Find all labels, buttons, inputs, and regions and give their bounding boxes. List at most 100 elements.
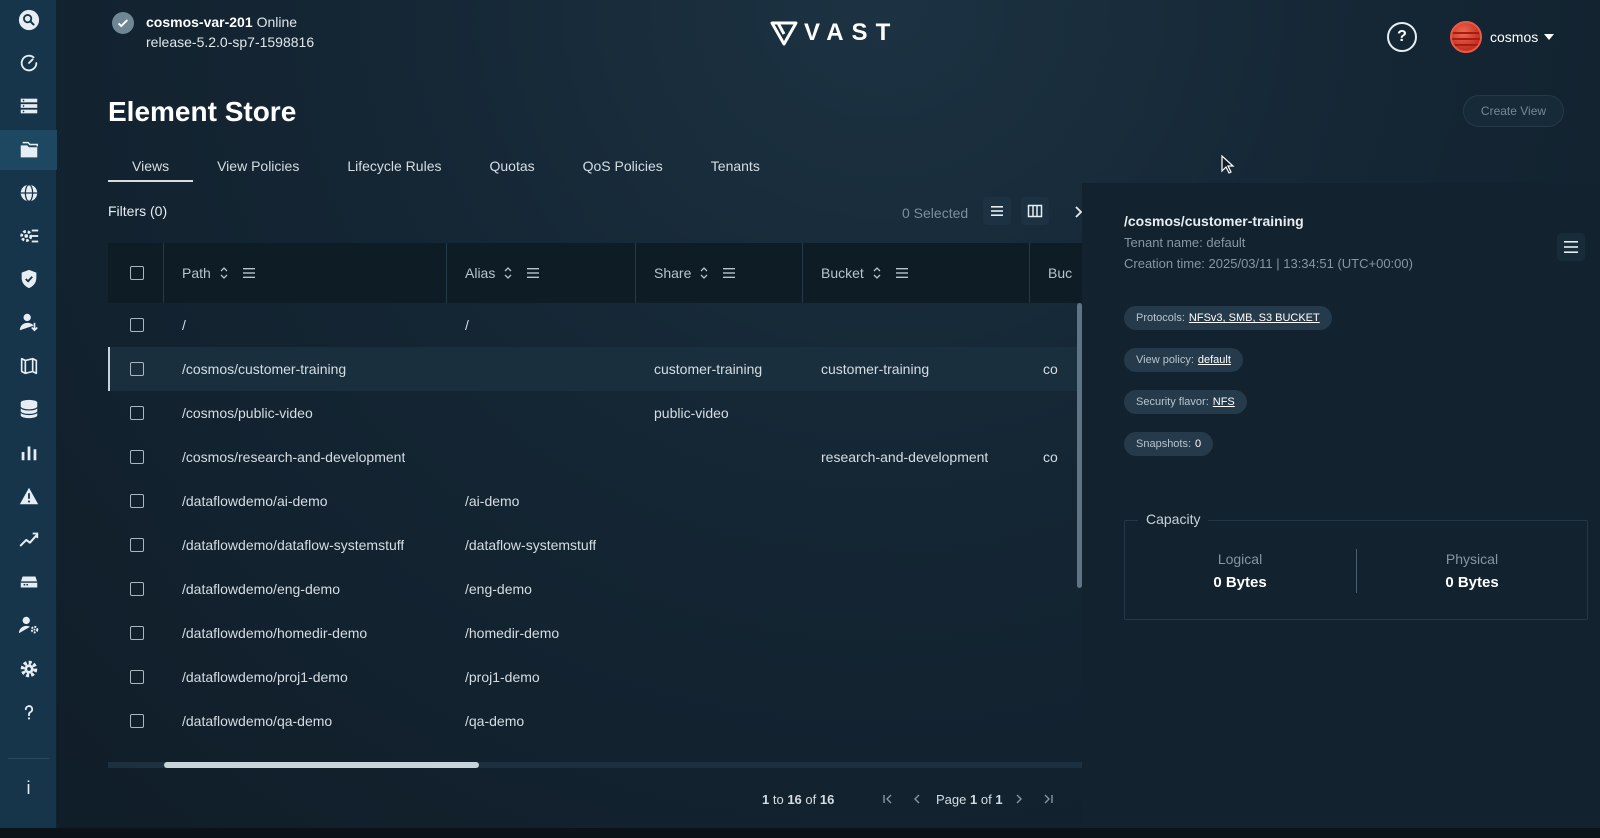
cell-bucket-2 — [1043, 391, 1073, 435]
sort-icon[interactable] — [503, 266, 513, 280]
sidebar-item-security[interactable] — [0, 259, 57, 299]
sidebar-item-dashboard[interactable] — [0, 43, 57, 83]
protocols-link[interactable]: NFSv3, SMB, S3 BUCKET — [1189, 312, 1320, 324]
row-checkbox[interactable] — [130, 626, 144, 640]
sidebar-item-database[interactable] — [0, 389, 57, 429]
logo-text: VAST — [804, 19, 899, 46]
column-menu-icon[interactable] — [895, 268, 908, 278]
sidebar-item-admin[interactable] — [0, 605, 57, 645]
table-row[interactable]: /dataflowdemo/ai-demo /ai-demo — [108, 479, 1082, 523]
column-menu-icon[interactable] — [527, 268, 540, 278]
view-policy-link[interactable]: default — [1198, 354, 1231, 366]
column-header-share[interactable]: Share — [636, 243, 803, 303]
security-flavor-link[interactable]: NFS — [1213, 396, 1235, 408]
column-header-bucket[interactable]: Bucket — [803, 243, 1030, 303]
row-checkbox[interactable] — [130, 670, 144, 684]
capacity-section: Logical 0 Bytes Physical 0 Bytes — [1124, 520, 1588, 620]
page-total: 1 — [995, 792, 1003, 807]
cell-alias: / — [465, 317, 469, 333]
filters-button[interactable]: Filters (0) — [108, 203, 167, 219]
table-row[interactable]: /dataflowdemo/qa-demo /qa-demo — [108, 699, 1082, 743]
system-release: release-5.2.0-sp7-1598816 — [146, 34, 315, 50]
row-checkbox[interactable] — [130, 406, 144, 420]
table-row[interactable]: /dataflowdemo/dataflow-systemstuff /data… — [108, 523, 1082, 567]
list-view-button[interactable] — [983, 197, 1011, 225]
capacity-logical: Logical 0 Bytes — [1125, 551, 1355, 591]
tab-tenants[interactable]: Tenants — [687, 150, 784, 182]
column-header-label: Alias — [465, 265, 496, 281]
pager-total: 16 — [819, 792, 835, 807]
sidebar-item-network[interactable] — [0, 173, 57, 213]
page-of-word: of — [980, 792, 992, 807]
horizontal-scrollbar[interactable] — [164, 762, 479, 768]
detail-menu-button[interactable] — [1557, 233, 1585, 261]
help-button[interactable]: ? — [1387, 22, 1417, 52]
table-row[interactable]: /dataflowdemo/homedir-demo /homedir-demo — [108, 611, 1082, 655]
select-all-checkbox[interactable] — [130, 266, 144, 280]
cell-path: /dataflowdemo/ai-demo — [182, 493, 328, 509]
sidebar-item-alerts[interactable] — [0, 476, 57, 516]
create-view-button[interactable]: Create View — [1463, 95, 1564, 127]
columns-button[interactable] — [1021, 197, 1049, 225]
sidebar-item-help[interactable] — [0, 692, 57, 732]
row-checkbox[interactable] — [130, 538, 144, 552]
sort-icon[interactable] — [699, 266, 709, 280]
capacity-physical-value: 0 Bytes — [1445, 574, 1499, 591]
sidebar-item-trends[interactable] — [0, 519, 57, 559]
user-name: cosmos — [1490, 29, 1539, 45]
cell-alias: /qa-demo — [465, 713, 525, 729]
column-menu-icon[interactable] — [242, 268, 255, 278]
sidebar-item-search[interactable] — [0, 0, 57, 40]
row-checkbox[interactable] — [130, 318, 144, 332]
tab-quotas[interactable]: Quotas — [465, 150, 558, 182]
user-management-icon — [19, 313, 38, 332]
sidebar-item-user-management[interactable] — [0, 302, 57, 342]
column-header-alias[interactable]: Alias — [447, 243, 636, 303]
pagination: 1 to 16 of 16 Page 1 of 1 — [108, 774, 1082, 824]
trend-icon — [19, 532, 38, 547]
table-row[interactable]: /cosmos/customer-training customer-train… — [108, 347, 1082, 391]
info-icon: i — [26, 777, 31, 798]
row-checkbox[interactable] — [130, 714, 144, 728]
last-page-button[interactable] — [1039, 790, 1057, 808]
sort-icon[interactable] — [872, 266, 882, 280]
sidebar-item-data-protection[interactable] — [0, 346, 57, 386]
tab-qos-policies[interactable]: QoS Policies — [559, 150, 687, 182]
chip-label: Snapshots: — [1136, 438, 1192, 450]
database-icon — [19, 399, 38, 419]
prev-page-button[interactable] — [908, 790, 926, 808]
row-checkbox[interactable] — [130, 494, 144, 508]
table-row[interactable]: / / — [108, 303, 1082, 347]
tab-lifecycle-rules[interactable]: Lifecycle Rules — [323, 150, 465, 182]
cell-alias: /ai-demo — [465, 493, 520, 509]
tab-views[interactable]: Views — [108, 150, 194, 182]
table-row[interactable]: /cosmos/public-video public-video — [108, 391, 1082, 435]
last-page-icon — [1044, 794, 1053, 804]
sidebar-item-infrastructure[interactable] — [0, 86, 57, 126]
detail-path: /cosmos/customer-training — [1124, 213, 1304, 229]
column-header-path[interactable]: Path — [164, 243, 447, 303]
infrastructure-icon — [20, 98, 37, 114]
row-checkbox[interactable] — [130, 582, 144, 596]
row-checkbox[interactable] — [130, 450, 144, 464]
table-row[interactable]: /dataflowdemo/eng-demo /eng-demo — [108, 567, 1082, 611]
sidebar-item-settings[interactable] — [0, 649, 57, 689]
column-menu-icon[interactable] — [723, 268, 736, 278]
cell-path: /dataflowdemo/qa-demo — [182, 713, 333, 729]
user-menu[interactable]: cosmos — [1450, 20, 1555, 54]
table-row[interactable]: /dataflowdemo/proj1-demo /proj1-demo — [108, 655, 1082, 699]
table-row[interactable]: /cosmos/research-and-development researc… — [108, 435, 1082, 479]
mouse-cursor-icon — [1221, 155, 1235, 174]
sidebar-item-hardware[interactable] — [0, 562, 57, 602]
column-header-bucket-2[interactable]: Buc — [1030, 243, 1082, 303]
first-page-button[interactable] — [879, 790, 897, 808]
next-page-button[interactable] — [1010, 790, 1028, 808]
sidebar-item-analytics[interactable] — [0, 432, 57, 472]
sidebar-item-services[interactable] — [0, 216, 57, 256]
sort-icon[interactable] — [219, 266, 229, 280]
sidebar-item-info[interactable]: i — [0, 768, 57, 808]
tab-view-policies[interactable]: View Policies — [193, 150, 323, 182]
sidebar-item-element-store[interactable] — [0, 130, 57, 170]
cell-bucket-2 — [1043, 479, 1073, 523]
row-checkbox[interactable] — [130, 362, 144, 376]
